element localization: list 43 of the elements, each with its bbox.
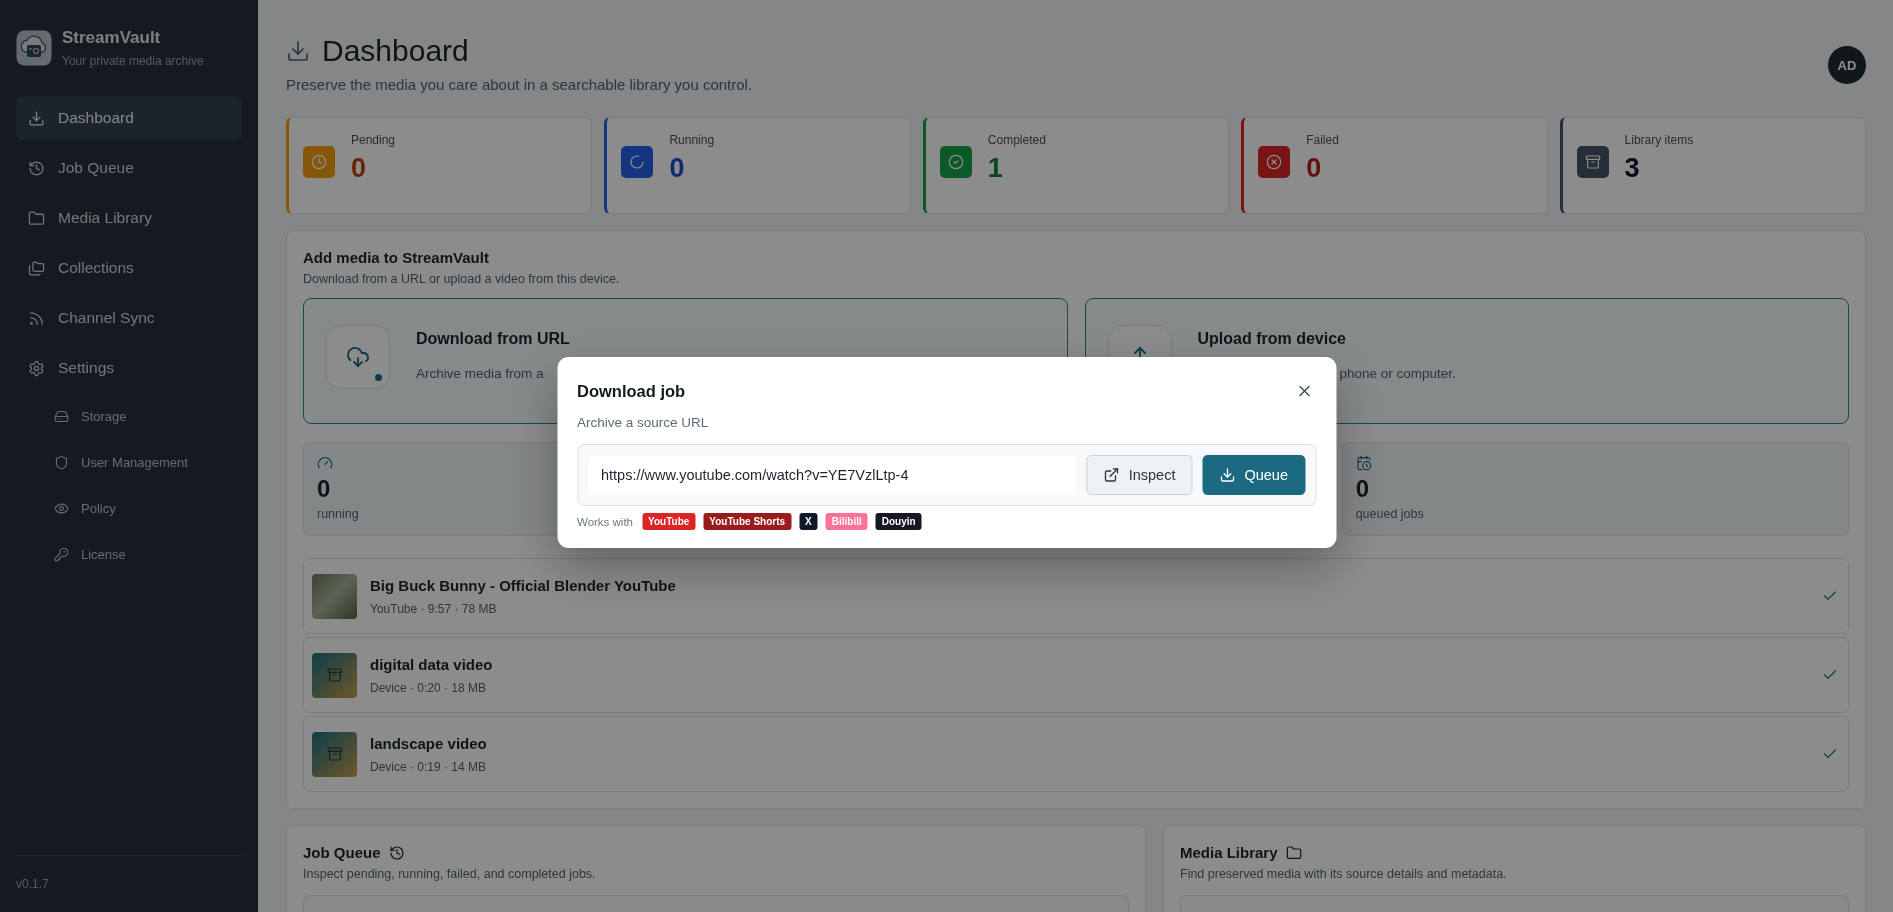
- stat-value: 0: [1306, 153, 1323, 184]
- platform-tag: Douyin: [875, 513, 922, 530]
- platform-tag: YouTube Shorts: [703, 513, 792, 530]
- panel-subtitle: Inspect pending, running, failed, and completed jobs.: [303, 867, 597, 881]
- stat-value: 0: [669, 153, 686, 184]
- brand-tagline: Your private media archive: [62, 54, 204, 68]
- works-with-label: Works with: [577, 515, 634, 528]
- option-description: phone or computer.: [1339, 366, 1456, 381]
- summary-value: 0: [317, 475, 331, 503]
- stat-label: Library items: [1624, 133, 1694, 147]
- page-title: Dashboard: [322, 34, 469, 68]
- version-label: v0.1.7: [16, 877, 49, 891]
- option-description: Archive media from a: [416, 366, 545, 381]
- panel-title: Add media to StreamVault: [303, 249, 490, 266]
- stat-label: Pending: [351, 133, 396, 147]
- option-title: Upload from device: [1197, 330, 1347, 348]
- panel-title: Media Library: [1180, 844, 1278, 861]
- media-title: Big Buck Bunny - Official Blender YouTube: [370, 576, 677, 594]
- media-meta: YouTube · 9:57 · 78 MB: [370, 601, 498, 616]
- summary-label: queued jobs: [1355, 507, 1424, 521]
- media-meta: Device · 0:20 · 18 MB: [370, 680, 488, 695]
- platform-tag: YouTube: [642, 513, 696, 530]
- dialog-subtitle: Archive a source URL: [577, 415, 710, 430]
- stat-label: Completed: [987, 133, 1046, 147]
- panel-subtitle: Find preserved media with its source details and metadata.: [1180, 867, 1508, 881]
- media-title: digital data video: [370, 655, 494, 673]
- page-subtitle: Preserve the media you care about in a searchable library you control.: [286, 76, 753, 93]
- panel-title: Job Queue: [303, 844, 381, 861]
- summary-value: 0: [1355, 475, 1369, 503]
- platform-tag: X: [799, 513, 818, 530]
- stat-value: 1: [987, 153, 1004, 184]
- platform-tag: Bilibili: [825, 513, 868, 530]
- stat-label: Running: [669, 133, 715, 147]
- panel-subtitle: Download from a URL or upload a video from this device.: [303, 272, 621, 286]
- stat-value: 0: [351, 153, 368, 184]
- stat-label: Failed: [1306, 133, 1339, 147]
- option-title: Download from URL: [416, 330, 570, 348]
- media-meta: Device · 0:19 · 14 MB: [370, 759, 488, 774]
- dialog-title: Download job: [577, 381, 686, 401]
- brand-name: StreamVault: [62, 28, 162, 48]
- media-title: landscape video: [370, 734, 488, 752]
- summary-label: running: [317, 507, 359, 521]
- stat-value: 3: [1624, 153, 1641, 184]
